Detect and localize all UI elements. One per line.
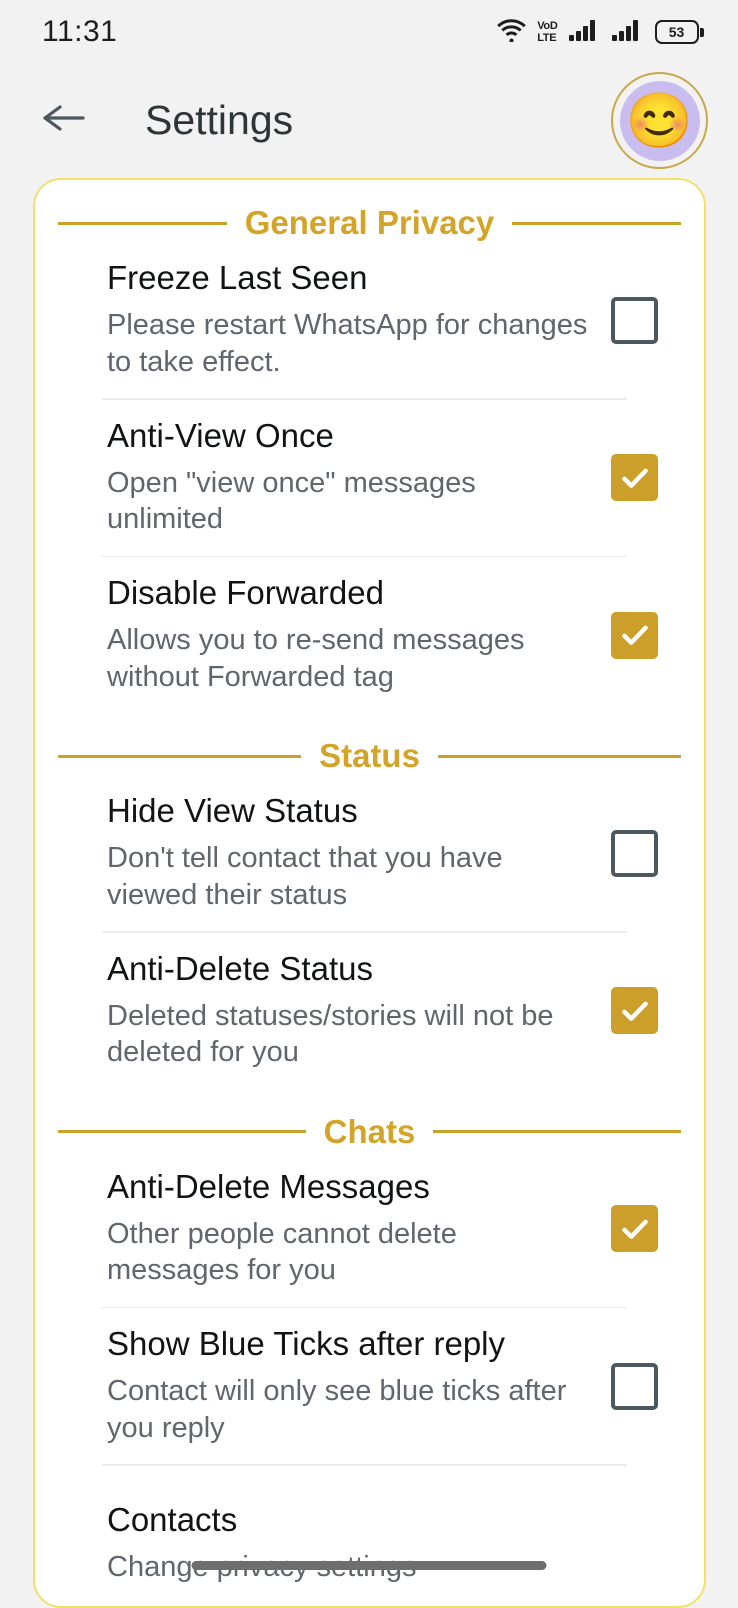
row-text: Anti-Delete Messages Other people cannot …	[107, 1168, 611, 1290]
settings-row[interactable]: Freeze Last Seen Please restart WhatsApp …	[35, 242, 704, 398]
checkbox-unchecked[interactable]	[611, 1363, 658, 1410]
avatar[interactable]: 😊	[611, 72, 708, 169]
checkbox-unchecked[interactable]	[611, 297, 658, 344]
signal-bars-icon-2	[612, 18, 644, 47]
avatar-background: 😊	[620, 81, 700, 161]
row-subtitle: Please restart WhatsApp for changes to t…	[107, 307, 591, 381]
row-text: Hide View Status Don't tell contact that …	[107, 792, 611, 914]
settings-row[interactable]: Show Blue Ticks after reply Contact will …	[35, 1308, 704, 1464]
volte-line-2: LTE	[537, 33, 557, 44]
checkbox-checked[interactable]	[611, 987, 658, 1034]
volte-line-1: VoD	[537, 21, 557, 32]
row-subtitle: Deleted statuses/stories will not be del…	[107, 998, 591, 1072]
settings-row[interactable]: Disable Forwarded Allows you to re-send m…	[35, 557, 704, 713]
row-text: Anti-View Once Open "view once" messages …	[107, 417, 611, 539]
wifi-icon	[497, 18, 526, 47]
row-title: Anti-Delete Status	[107, 950, 591, 989]
section-header-label: Chats	[306, 1113, 434, 1151]
section-header-general-privacy: General Privacy	[35, 204, 704, 242]
battery-level-label: 53	[655, 20, 699, 44]
section-header-label: Status	[301, 737, 438, 775]
battery-tip	[700, 28, 704, 37]
row-subtitle: Other people cannot delete messages for …	[107, 1216, 591, 1290]
row-title: Anti-Delete Messages	[107, 1168, 591, 1207]
checkbox-checked[interactable]	[611, 1205, 658, 1252]
section-rule-left	[58, 755, 301, 758]
row-title: Freeze Last Seen	[107, 259, 591, 298]
app-bar: Settings 😊	[0, 64, 738, 177]
section-header-status: Status	[35, 737, 704, 775]
checkbox-checked[interactable]	[611, 612, 658, 659]
checkbox-checked[interactable]	[611, 454, 658, 501]
section-header-chats: Chats	[35, 1113, 704, 1151]
settings-row[interactable]: Anti-View Once Open "view once" messages …	[35, 400, 704, 556]
volte-indicator-icon: VoD LTE	[537, 21, 557, 44]
row-title: Anti-View Once	[107, 417, 591, 456]
status-bar-clock: 11:31	[42, 15, 117, 49]
row-title: Contacts	[107, 1501, 648, 1540]
section-rule-right	[438, 755, 681, 758]
back-button[interactable]	[36, 93, 92, 149]
section-rule-right	[433, 1130, 681, 1133]
settings-card: General Privacy Freeze Last Seen Please re…	[33, 178, 706, 1608]
section-rule-right	[512, 222, 681, 225]
status-bar: 11:31 VoD LTE	[0, 0, 738, 64]
section-rule-left	[58, 1130, 306, 1133]
row-text: Show Blue Ticks after reply Contact will …	[107, 1325, 611, 1447]
row-title: Show Blue Ticks after reply	[107, 1325, 591, 1364]
checkbox-unchecked[interactable]	[611, 830, 658, 877]
signal-bars-icon	[569, 18, 601, 47]
row-title: Disable Forwarded	[107, 574, 591, 613]
settings-row[interactable]: ContactsChange privacy settings	[35, 1466, 704, 1608]
settings-row[interactable]: Anti-Delete Messages Other people cannot …	[35, 1151, 704, 1307]
status-bar-icons: VoD LTE 53	[497, 18, 704, 47]
section-rule-left	[58, 222, 227, 225]
row-text: ContactsChange privacy settings	[107, 1501, 668, 1586]
row-subtitle: Contact will only see blue ticks after y…	[107, 1373, 591, 1447]
page-title: Settings	[145, 97, 293, 144]
row-text: Disable Forwarded Allows you to re-send m…	[107, 574, 611, 696]
row-title: Hide View Status	[107, 792, 591, 831]
row-subtitle: Don't tell contact that you have viewed …	[107, 840, 591, 914]
row-subtitle: Allows you to re-send messages without F…	[107, 622, 591, 696]
section-header-label: General Privacy	[227, 204, 513, 242]
settings-row[interactable]: Anti-Delete Status Deleted statuses/stori…	[35, 933, 704, 1089]
battery-icon: 53	[655, 20, 705, 44]
back-arrow-icon	[40, 98, 88, 143]
row-text: Anti-Delete Status Deleted statuses/stori…	[107, 950, 611, 1072]
smiling-face-icon: 😊	[626, 94, 693, 148]
settings-row[interactable]: Hide View Status Don't tell contact that …	[35, 775, 704, 931]
home-indicator[interactable]	[192, 1561, 547, 1570]
row-text: Freeze Last Seen Please restart WhatsApp …	[107, 259, 611, 381]
row-subtitle: Open "view once" messages unlimited	[107, 465, 591, 539]
